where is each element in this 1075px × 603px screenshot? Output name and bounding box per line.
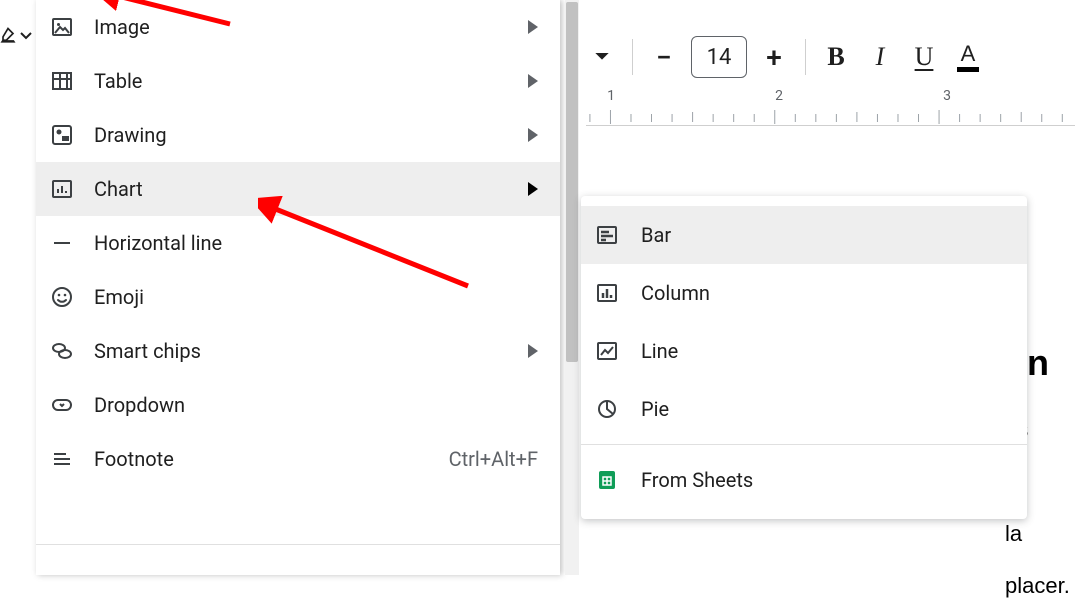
column-chart-icon	[595, 281, 619, 305]
chart-submenu-line[interactable]: Line	[581, 322, 1027, 380]
submenu-indicator-icon	[528, 344, 538, 358]
scrollbar-thumb[interactable]	[566, 2, 578, 362]
chart-submenu-column[interactable]: Column	[581, 264, 1027, 322]
font-size-group: − 14 +	[643, 36, 795, 78]
menu-item-label: Bar	[641, 223, 1005, 247]
line-chart-icon	[595, 339, 619, 363]
submenu-indicator-icon	[528, 74, 538, 88]
pie-chart-icon	[595, 397, 619, 421]
paragraph-text: placer.	[1005, 569, 1075, 603]
highlight-color-icon	[0, 26, 18, 46]
menu-item-shortcut: Ctrl+Alt+F	[449, 447, 538, 471]
emoji-icon	[50, 285, 74, 309]
insert-menu-drawing[interactable]: Drawing	[36, 108, 560, 162]
insert-menu-table[interactable]: Table	[36, 54, 560, 108]
chevron-down-icon	[20, 30, 32, 42]
font-family-dropdown-arrow[interactable]	[582, 37, 622, 77]
highlight-color-button-fragment[interactable]	[0, 26, 32, 46]
chart-submenu-pie[interactable]: Pie	[581, 380, 1027, 438]
menu-item-label: Horizontal line	[94, 231, 538, 255]
menu-separator	[36, 544, 560, 545]
text-color-icon: A	[961, 43, 976, 65]
menu-item-label: Pie	[641, 397, 1005, 421]
table-icon	[50, 69, 74, 93]
menu-item-label: Drawing	[94, 123, 528, 147]
menu-scrollbar[interactable]	[565, 0, 579, 575]
ruler-label: 3	[943, 88, 951, 104]
formatting-toolbar: − 14 + B I U A	[582, 0, 1075, 90]
submenu-indicator-icon	[528, 128, 538, 142]
insert-menu-dropdown[interactable]: Dropdown	[36, 378, 560, 432]
font-size-decrease-button[interactable]: −	[643, 36, 685, 78]
insert-menu-smart-chips[interactable]: Smart chips	[36, 324, 560, 378]
menu-separator	[581, 444, 1027, 445]
chart-submenu: Bar Column Line Pie From Sheets	[581, 196, 1027, 519]
insert-menu-footnote[interactable]: Footnote Ctrl+Alt+F	[36, 432, 560, 486]
submenu-indicator-icon	[528, 20, 538, 34]
menu-item-label: Table	[94, 69, 528, 93]
menu-item-label: Dropdown	[94, 393, 538, 417]
chevron-down-icon	[594, 49, 610, 65]
sheets-icon	[595, 468, 619, 492]
menu-item-label: Image	[94, 15, 528, 39]
bar-chart-icon	[595, 223, 619, 247]
dropdown-icon	[50, 393, 74, 417]
menu-item-label: Chart	[94, 177, 528, 201]
font-size-increase-button[interactable]: +	[753, 36, 795, 78]
ruler-label: 2	[775, 88, 783, 104]
ruler-label: 1	[607, 88, 615, 104]
image-icon	[50, 15, 74, 39]
insert-menu-image[interactable]: Image	[36, 0, 560, 54]
underline-button[interactable]: U	[904, 37, 944, 77]
insert-menu-emoji[interactable]: Emoji	[36, 270, 560, 324]
insert-menu: Image Table Drawing Chart Horizontal lin…	[36, 0, 560, 575]
submenu-indicator-icon	[528, 182, 538, 196]
font-color-button[interactable]: A	[948, 37, 988, 77]
smart-chips-icon	[50, 339, 74, 363]
paragraph-text: la	[1005, 517, 1075, 551]
insert-menu-horizontal-line[interactable]: Horizontal line	[36, 216, 560, 270]
horizontal-line-icon	[50, 231, 74, 255]
left-edge-toolbar-fragment	[0, 0, 36, 575]
menu-item-label: Line	[641, 339, 1005, 363]
footnote-icon	[50, 447, 74, 471]
ruler[interactable]: 1 2 3	[586, 90, 1075, 126]
menu-item-label: Column	[641, 281, 1005, 305]
chart-submenu-bar[interactable]: Bar	[581, 206, 1027, 264]
insert-menu-chart[interactable]: Chart	[36, 162, 560, 216]
color-swatch	[957, 67, 979, 72]
italic-button[interactable]: I	[860, 37, 900, 77]
font-size-input[interactable]: 14	[691, 36, 747, 78]
bold-button[interactable]: B	[816, 37, 856, 77]
chart-icon	[50, 177, 74, 201]
menu-item-label: Footnote	[94, 447, 449, 471]
chart-submenu-from-sheets[interactable]: From Sheets	[581, 451, 1027, 509]
toolbar-separator	[805, 39, 806, 75]
menu-item-label: Emoji	[94, 285, 538, 309]
menu-item-label: From Sheets	[641, 468, 1005, 492]
drawing-icon	[50, 123, 74, 147]
menu-item-label: Smart chips	[94, 339, 528, 363]
toolbar-separator	[632, 39, 633, 75]
